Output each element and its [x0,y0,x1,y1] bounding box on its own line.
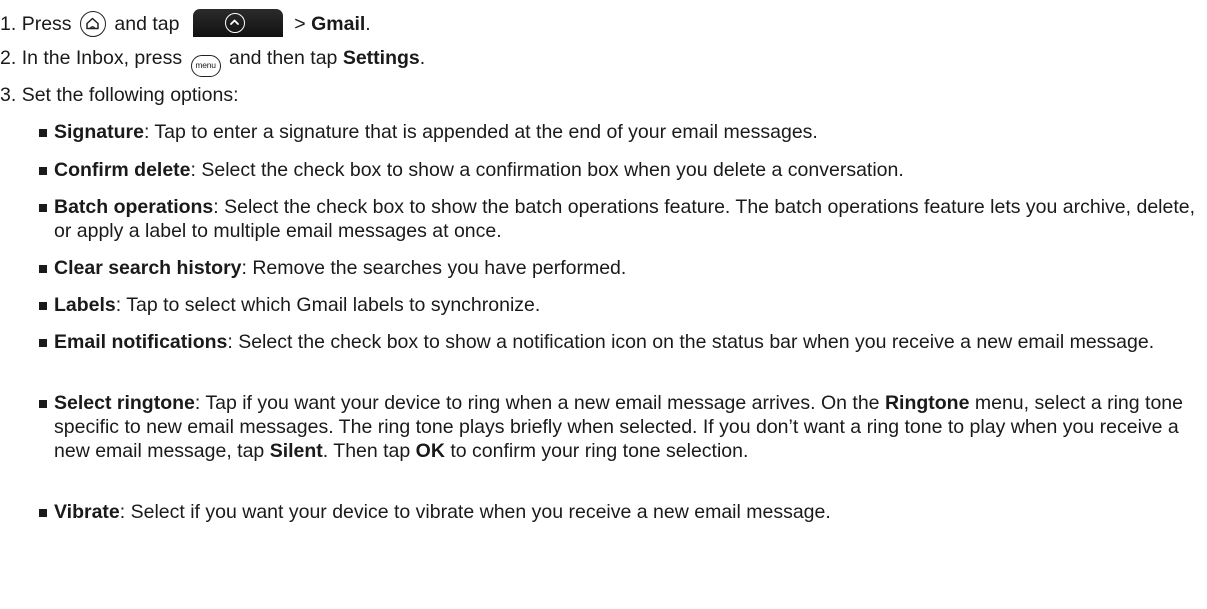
option-desc-part: : Tap if you want your device to ring wh… [194,392,885,414]
gmail-app-label: Gmail [311,13,366,35]
option-desc: : Select the check box to show a confirm… [190,159,904,181]
list-item: Email notifications: Select the check bo… [34,330,1199,354]
option-term: Batch operations [54,196,214,218]
list-item: Batch operations: Select the check box t… [34,195,1199,243]
list-item: Confirm delete: Select the check box to … [34,158,1199,182]
step-1-and-tap-text: and tap [114,13,180,35]
step-2-number: 2. [0,47,17,69]
bullet-icon [39,265,47,273]
bullet-icon [39,400,47,408]
step-1-arrow: > [294,13,306,35]
ringtone-label: Ringtone [884,392,970,414]
list-item: Select ringtone: Tap if you want your de… [34,391,1199,463]
step-3-text: Set the following options: [21,84,239,106]
bullet-icon [39,339,47,347]
all-apps-tab-icon [192,9,283,37]
option-desc-part: to confirm your ring tone selection. [444,440,749,462]
list-item: Signature: Tap to enter a signature that… [34,120,1199,144]
step-3-number: 3. [0,84,17,106]
step-2: 2. In the Inbox, press menu and then tap… [0,46,425,77]
step-1-number: 1. [0,13,17,35]
bullet-icon [39,204,47,212]
step-2-period: . [419,47,426,69]
chevron-up-icon [224,13,245,33]
bullet-icon [39,509,47,517]
option-desc: : Select the check box to show a notific… [227,331,1155,353]
option-term: Confirm delete [54,159,191,181]
step-3: 3. Set the following options: [0,83,239,107]
step-2-before-text: In the Inbox, press [21,47,183,69]
home-key-icon [79,11,106,37]
list-item: Clear search history: Remove the searche… [34,256,1199,280]
list-item: Vibrate: Select if you want your device … [34,500,1199,524]
step-1-period: . [365,13,371,35]
step-1-press-text: Press [21,13,72,35]
option-desc: : Select if you want your device to vibr… [119,501,831,523]
option-term: Signature [54,121,144,143]
option-desc: : Tap to select which Gmail labels to sy… [115,294,541,316]
option-desc: : Tap to enter a signature that is appen… [143,121,818,143]
option-term: Email notifications [54,331,228,353]
option-term: Select ringtone [54,392,195,414]
silent-label: Silent [269,440,323,462]
bullet-icon [39,302,47,310]
option-desc: : Select the check box to show the batch… [54,196,1196,242]
option-term: Labels [54,294,116,316]
list-item: Labels: Tap to select which Gmail labels… [34,293,1199,317]
settings-label: Settings [342,47,420,69]
option-desc-part: . Then tap [322,440,416,462]
instructions-page: 1. Press and tap > Gmail. 2. In the Inbo… [0,0,1207,609]
ok-label: OK [415,440,445,462]
step-2-mid-text: and then tap [228,47,338,69]
menu-key-icon: menu [190,55,221,77]
option-term: Vibrate [54,501,120,523]
option-term: Clear search history [54,257,242,279]
option-desc: : Remove the searches you have performed… [241,257,627,279]
bullet-icon [39,129,47,137]
bullet-icon [39,167,47,175]
step-1: 1. Press and tap > Gmail. [0,9,371,37]
